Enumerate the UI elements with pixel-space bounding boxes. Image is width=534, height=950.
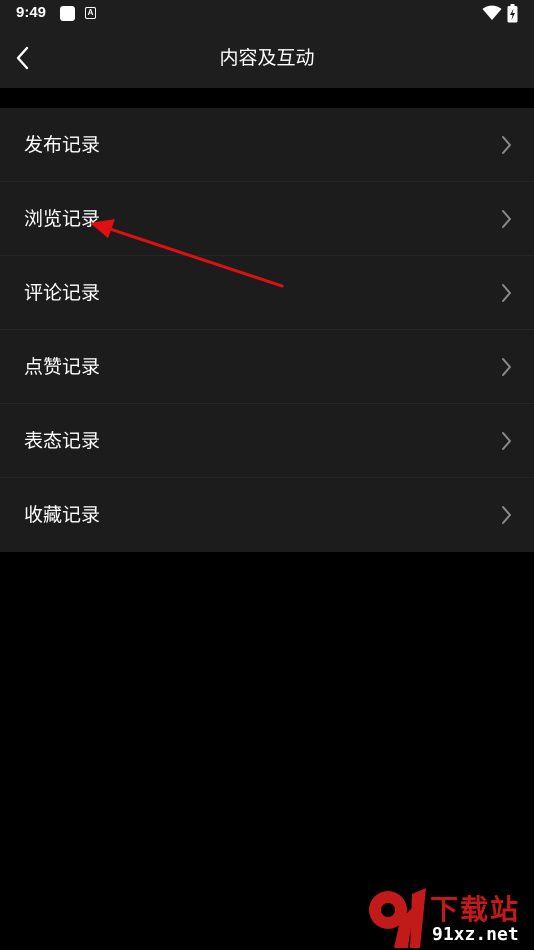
chevron-right-icon: [502, 210, 511, 228]
menu-item-label: 收藏记录: [24, 504, 101, 526]
menu-item-label: 评论记录: [24, 282, 101, 304]
battery-charging-icon: [507, 4, 518, 23]
menu-item-label: 浏览记录: [24, 208, 101, 230]
status-time: 9:49: [16, 4, 47, 21]
menu-item-favorite-records[interactable]: 收藏记录: [0, 478, 534, 552]
page-title: 内容及互动: [219, 47, 315, 69]
menu-item-label: 表态记录: [24, 430, 101, 452]
chevron-right-icon: [502, 136, 511, 154]
menu-item-browse-records[interactable]: 浏览记录: [0, 182, 534, 256]
watermark: 下载站 91xz.net: [360, 884, 534, 950]
watermark-logo-mark-icon: [369, 888, 426, 948]
watermark-domain: 91xz.net: [432, 924, 519, 945]
chevron-right-icon: [502, 506, 511, 524]
menu-item-label: 发布记录: [24, 134, 101, 156]
back-button[interactable]: [4, 40, 40, 76]
menu-item-like-records[interactable]: 点赞记录: [0, 330, 534, 404]
notification-a-icon: A: [85, 7, 96, 19]
chevron-right-icon: [502, 284, 511, 302]
notification-app-icon: [60, 6, 75, 21]
menu-item-comment-records[interactable]: 评论记录: [0, 256, 534, 330]
menu-list: 发布记录 浏览记录 评论记录 点赞记录 表态记录 收藏记录: [0, 108, 534, 552]
chevron-left-icon: [16, 46, 29, 70]
chevron-right-icon: [502, 432, 511, 450]
menu-item-reaction-records[interactable]: 表态记录: [0, 404, 534, 478]
app-header: 内容及互动: [0, 28, 534, 88]
wifi-icon: [482, 5, 502, 20]
status-bar: 9:49 A: [0, 0, 534, 28]
menu-item-label: 点赞记录: [24, 356, 101, 378]
menu-item-publish-records[interactable]: 发布记录: [0, 108, 534, 182]
chevron-right-icon: [502, 358, 511, 376]
watermark-title: 下载站: [430, 893, 521, 926]
